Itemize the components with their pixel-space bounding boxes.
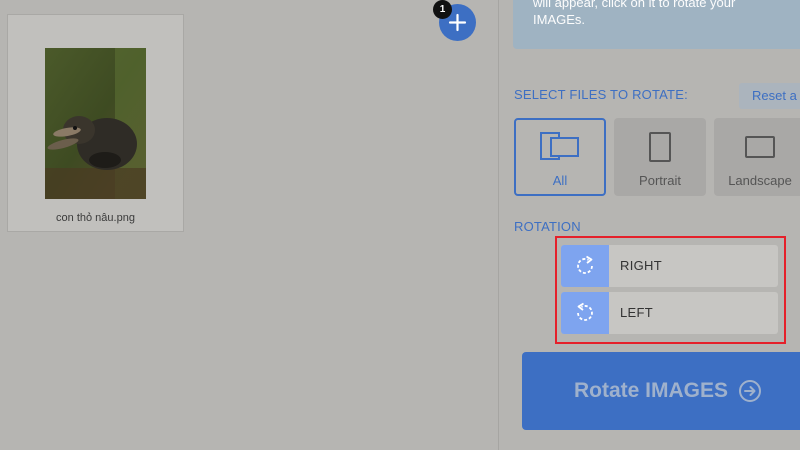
filter-label: All: [552, 173, 568, 188]
rotate-left-icon: [577, 302, 593, 321]
rotate-right-label: RIGHT: [620, 258, 662, 273]
info-box: will appear, click on it to rotate your …: [513, 0, 800, 49]
landscape-icon: [714, 131, 800, 168]
filter-landscape-button[interactable]: Landscape: [714, 118, 800, 196]
reset-button[interactable]: Reset a: [739, 83, 800, 109]
image-thumbnail: [45, 48, 146, 199]
arrow-circle-right-icon: [739, 380, 761, 402]
rotation-label: ROTATION: [514, 219, 581, 234]
filter-label: Landscape: [728, 173, 792, 188]
info-line: IMAGEs.: [533, 12, 586, 27]
rotate-images-label: Rotate IMAGES: [574, 379, 729, 402]
rotate-options-panel: will appear, click on it to rotate your …: [498, 0, 800, 450]
rotation-highlight-box: RIGHT LEFT: [555, 236, 786, 344]
rotate-images-button[interactable]: Rotate IMAGES: [522, 352, 800, 430]
rotate-right-button[interactable]: RIGHT: [561, 245, 778, 287]
file-card[interactable]: con thỏ nâu.png: [7, 14, 184, 232]
rotate-right-icon: [577, 255, 593, 274]
filter-label: Portrait: [639, 173, 681, 188]
plus-icon: [448, 13, 467, 32]
portrait-icon: [614, 131, 706, 168]
filter-portrait-button[interactable]: Portrait: [614, 118, 706, 196]
file-workspace: con thỏ nâu.png 1: [0, 0, 498, 450]
rotate-left-button[interactable]: LEFT: [561, 292, 778, 334]
rotate-left-label: LEFT: [620, 305, 653, 320]
info-line: will appear, click on it to rotate your: [533, 0, 736, 10]
file-name: con thỏ nâu.png: [56, 212, 135, 224]
file-count-badge: 1: [433, 0, 452, 19]
filter-all-button[interactable]: All: [514, 118, 606, 196]
all-orientation-icon: [516, 131, 604, 166]
select-files-label: SELECT FILES TO ROTATE:: [514, 87, 688, 102]
